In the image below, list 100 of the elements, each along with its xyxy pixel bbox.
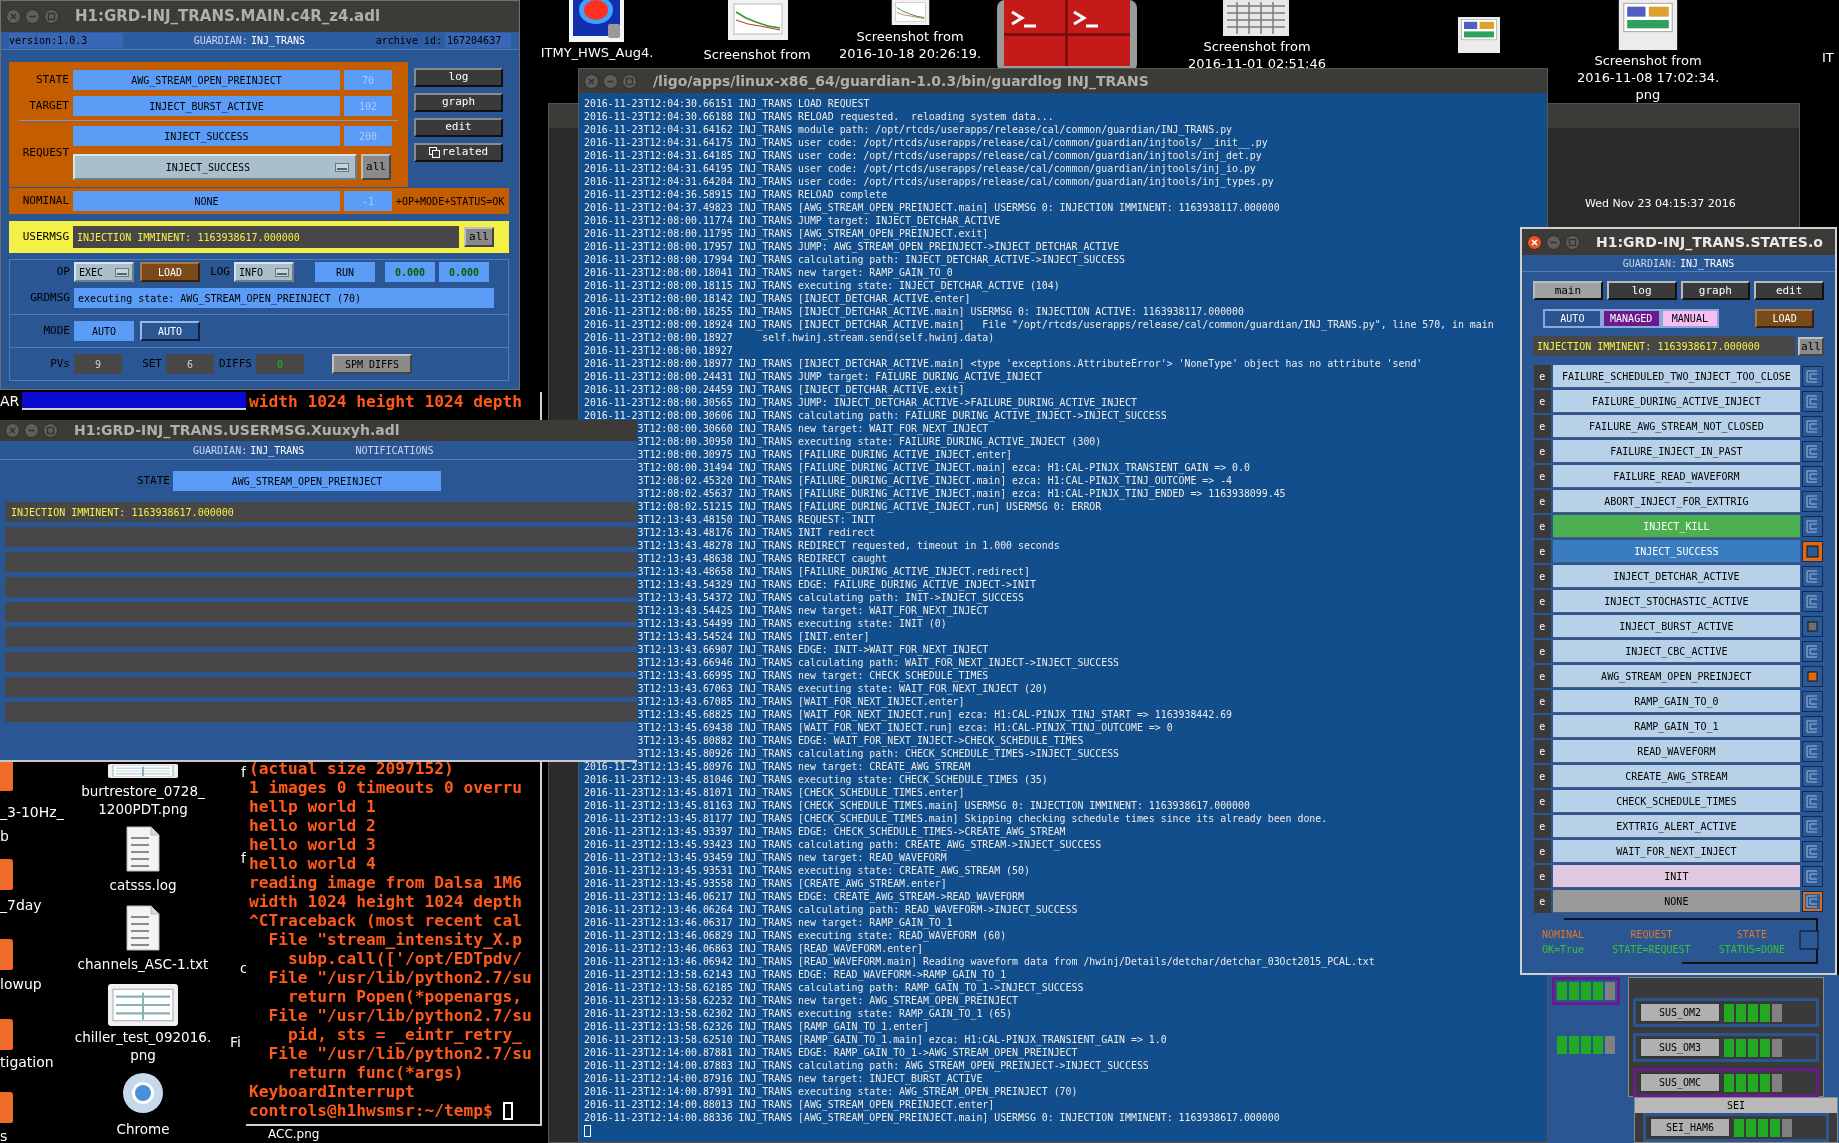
text-file-icon[interactable]	[125, 826, 161, 872]
edit-state-button[interactable]: e	[1534, 490, 1551, 513]
nav-button[interactable]: related	[414, 143, 503, 162]
state-button[interactable]: INJECT_STOCHASTIC_ACTIVE	[1552, 590, 1800, 613]
edit-state-button[interactable]: e	[1534, 565, 1551, 588]
log-line: 2016-11-23T12:08:00.11795 INJ_TRANS [AWG_STREAM_OPEN_PREINJECT.exit]	[584, 227, 989, 240]
spm-diffs-button[interactable]: SPM DIFFS	[332, 354, 412, 374]
minimize-icon[interactable]	[603, 73, 618, 89]
edit-state-button[interactable]: e	[1534, 840, 1551, 863]
log-line: 2016-11-23T12:08:00.18927	[584, 344, 733, 357]
image-thumbnail-icon[interactable]	[108, 764, 178, 778]
nav-button[interactable]: log	[1606, 281, 1677, 300]
edit-state-button[interactable]: e	[1534, 390, 1551, 413]
field-label: STATE	[34, 71, 69, 88]
edit-state-button[interactable]: e	[1534, 865, 1551, 888]
state-button[interactable]: INJECT_DETCHAR_ACTIVE	[1552, 565, 1800, 588]
mode-button[interactable]: MANAGED	[1601, 309, 1661, 328]
state-button[interactable]: FAILURE_INJECT_IN_PAST	[1552, 440, 1800, 463]
edit-state-button[interactable]: e	[1534, 365, 1551, 388]
nav-button[interactable]: graph	[1680, 281, 1751, 300]
subsystem-button[interactable]: SUS_OM3	[1640, 1038, 1720, 1057]
minimize-icon[interactable]	[24, 423, 39, 438]
edit-state-button[interactable]: e	[1534, 615, 1551, 638]
state-button[interactable]: CREATE_AWG_STREAM	[1552, 765, 1800, 788]
edit-state-button[interactable]: e	[1534, 640, 1551, 663]
maximize-icon[interactable]	[43, 423, 58, 438]
folder-icon[interactable]	[0, 937, 14, 971]
message-readout: INJECTION IMMINENT: 1163938617.000000	[1533, 336, 1795, 356]
edit-state-button[interactable]: e	[1534, 890, 1551, 913]
browser-icon[interactable]	[122, 1072, 164, 1114]
file-label: Screenshot from	[703, 46, 811, 63]
state-button[interactable]: FAILURE_AWG_STREAM_NOT_CLOSED	[1552, 415, 1800, 438]
edit-state-button[interactable]: e	[1534, 540, 1551, 563]
mode-button[interactable]: MANUAL	[1660, 309, 1720, 328]
state-button[interactable]: ABORT_INJECT_FOR_EXTTRIG	[1552, 490, 1800, 513]
state-button[interactable]: READ_WAVEFORM	[1552, 740, 1800, 763]
edit-state-button[interactable]: e	[1534, 415, 1551, 438]
log-line: 2016-11-23T12:13:45.93558 INJ_TRANS [CREATE_AWG_STREAM.enter]	[584, 877, 947, 890]
text-file-icon[interactable]	[125, 905, 161, 951]
version-label: version:1.0.3	[9, 33, 123, 48]
edit-state-button[interactable]: e	[1534, 765, 1551, 788]
op-dropdown[interactable]: EXEC	[74, 262, 134, 282]
edit-state-button[interactable]: e	[1534, 690, 1551, 713]
image-thumbnail-icon[interactable]	[108, 984, 178, 1026]
state-button[interactable]: RAMP_GAIN_TO_1	[1552, 715, 1800, 738]
edit-state-button[interactable]: e	[1534, 790, 1551, 813]
log-line: 3T12:13:45.80926 INJ_TRANS calculating path: CHECK_SCHEDULE_TIMES->INJECT_SUCCESS	[637, 747, 1120, 760]
state-button[interactable]: INJECT_CBC_ACTIVE	[1552, 640, 1800, 663]
log-line: 2016-11-23T12:08:00.18927 self.hwinj.stream.send(self.hwinj.data)	[584, 331, 995, 344]
heatmap-thumbnail-icon[interactable]	[568, 0, 625, 44]
mode-button[interactable]: AUTO	[140, 321, 200, 341]
state-button[interactable]: INJECT_SUCCESS	[1552, 540, 1800, 563]
chart-thumbnail-icon[interactable]	[728, 0, 788, 40]
edit-state-button[interactable]: e	[1534, 665, 1551, 688]
edit-state-button[interactable]: e	[1534, 515, 1551, 538]
state-button[interactable]: FAILURE_READ_WAVEFORM	[1552, 465, 1800, 488]
load-button[interactable]: LOAD	[140, 262, 200, 282]
log-level-dropdown[interactable]: INFO	[234, 262, 294, 282]
maximize-icon[interactable]	[1565, 234, 1580, 250]
folder-icon[interactable]	[0, 1017, 14, 1051]
state-button[interactable]: INJECT_BURST_ACTIVE	[1552, 615, 1800, 638]
nav-button[interactable]: log	[414, 68, 503, 87]
subsystem-button[interactable]: SEI_HAM6	[1650, 1118, 1730, 1137]
folder-icon[interactable]	[0, 857, 14, 891]
file-label: Screenshot from 2016-11-08 17:02:34. png	[1576, 52, 1720, 103]
maximize-icon[interactable]	[44, 9, 59, 24]
state-button[interactable]: FAILURE_DURING_ACTIVE_INJECT	[1552, 390, 1800, 413]
state-button[interactable]: RAMP_GAIN_TO_0	[1552, 690, 1800, 713]
all-button[interactable]: all	[464, 227, 494, 247]
state-button[interactable]: CHECK_SCHEDULE_TIMES	[1552, 790, 1800, 813]
state-button[interactable]: AWG_STREAM_OPEN_PREINJECT	[1552, 665, 1800, 688]
all-button[interactable]: all	[361, 154, 391, 180]
state-button[interactable]: NONE	[1552, 890, 1800, 913]
folder-icon[interactable]	[0, 1090, 14, 1124]
state-button[interactable]: EXTTRIG_ALERT_ACTIVE	[1552, 815, 1800, 838]
nav-button[interactable]: edit	[1754, 281, 1824, 300]
all-button[interactable]: all	[1798, 336, 1824, 356]
edit-state-button[interactable]: e	[1534, 715, 1551, 738]
minimize-icon[interactable]	[25, 9, 40, 24]
request-dropdown[interactable]: INJECT_SUCCESS	[73, 154, 357, 180]
subsystem-button[interactable]: SUS_OMC	[1640, 1073, 1720, 1092]
state-button[interactable]: WAIT_FOR_NEXT_INJECT	[1552, 840, 1800, 863]
load-button[interactable]: LOAD	[1755, 309, 1814, 328]
edit-state-button[interactable]: e	[1534, 815, 1551, 838]
mode-button[interactable]: AUTO	[1543, 309, 1602, 328]
edit-state-button[interactable]: e	[1534, 740, 1551, 763]
table-thumbnail-icon[interactable]	[1223, 0, 1289, 36]
edit-state-button[interactable]: e	[1534, 465, 1551, 488]
nav-button[interactable]: edit	[414, 118, 503, 137]
nav-button[interactable]: main	[1533, 281, 1603, 300]
state-button[interactable]: INIT	[1552, 865, 1800, 888]
edit-state-button[interactable]: e	[1534, 440, 1551, 463]
subsystem-button[interactable]: SUS_OM2	[1640, 1003, 1720, 1022]
maximize-icon[interactable]	[622, 73, 637, 89]
edit-state-button[interactable]: e	[1534, 590, 1551, 613]
field-label: STATE	[135, 472, 170, 489]
log-line: 2016-11-23T12:13:58.62185 INJ_TRANS calculating path: RAMP_GAIN_TO_1->INJECT_SUCCESS	[584, 981, 1084, 994]
close-icon[interactable]	[1527, 234, 1542, 250]
nav-button[interactable]: graph	[414, 93, 503, 112]
state-button[interactable]: FAILURE_SCHEDULED_TWO_INJECT_TOO_CLOSE	[1552, 365, 1800, 388]
